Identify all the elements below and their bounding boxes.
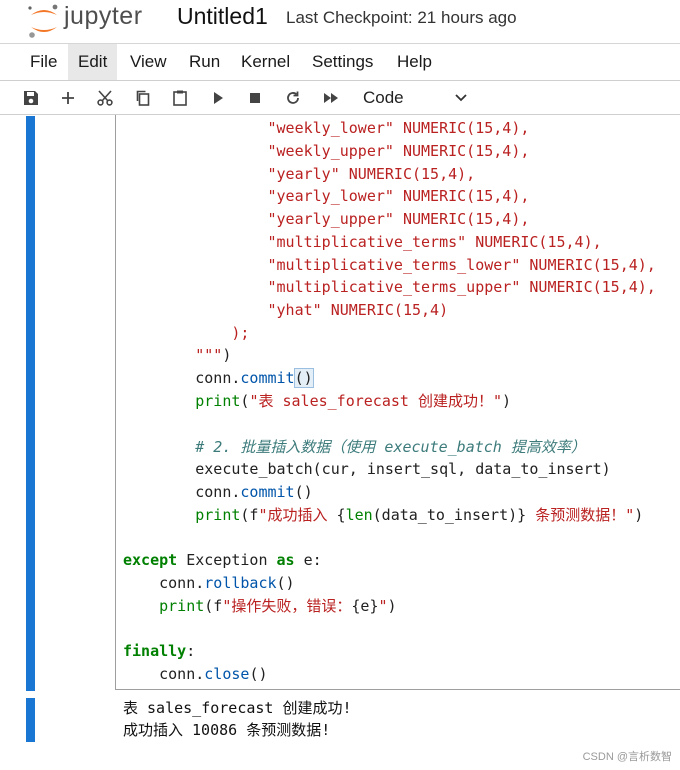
save-icon[interactable] xyxy=(20,87,42,109)
cell-type-label: Code xyxy=(363,88,404,107)
chevron-down-icon xyxy=(455,94,467,102)
notebook-title[interactable]: Untitled1 xyxy=(177,3,268,30)
code-line: except Exception as e: xyxy=(123,551,322,569)
copy-icon[interactable] xyxy=(132,87,154,109)
code-line: """) xyxy=(195,346,232,364)
menu-edit[interactable]: Edit xyxy=(68,44,118,80)
last-checkpoint: Last Checkpoint: 21 hours ago xyxy=(286,8,517,27)
code-line: "yearly" NUMERIC(15,4), xyxy=(267,165,476,183)
active-cell-indicator[interactable] xyxy=(26,116,35,691)
code-line: "weekly_upper" NUMERIC(15,4), xyxy=(267,142,530,160)
code-line: "weekly_lower" NUMERIC(15,4), xyxy=(267,119,530,137)
paste-icon[interactable] xyxy=(169,87,191,109)
code-line: conn.close() xyxy=(159,665,268,683)
cut-icon[interactable] xyxy=(94,87,116,109)
jupyter-wordmark: jupyter xyxy=(64,2,143,30)
menubar: File Edit View Run Kernel Settings Help xyxy=(0,44,680,80)
menu-run[interactable]: Run xyxy=(179,44,230,80)
code-line: "yhat" NUMERIC(15,4) xyxy=(267,301,449,319)
code-line: print("表 sales_forecast 创建成功！") xyxy=(195,392,512,410)
code-line: conn.commit() xyxy=(195,368,314,388)
code-line: "multiplicative_terms" NUMERIC(15,4), xyxy=(267,233,602,251)
menu-kernel[interactable]: Kernel xyxy=(231,44,300,80)
stop-icon[interactable] xyxy=(244,87,266,109)
code-line: conn.rollback() xyxy=(159,574,295,592)
menu-view[interactable]: View xyxy=(120,44,177,80)
menu-file[interactable]: File xyxy=(20,44,67,80)
output-collapse-indicator[interactable] xyxy=(26,698,35,742)
code-comment: # 2. 批量插入数据（使用 execute_batch 提高效率） xyxy=(195,438,586,456)
code-line: "multiplicative_terms_upper" NUMERIC(15,… xyxy=(267,278,656,296)
code-line: ); xyxy=(231,324,250,342)
code-line: "yearly_upper" NUMERIC(15,4), xyxy=(267,210,530,228)
menu-settings[interactable]: Settings xyxy=(302,44,383,80)
run-icon[interactable] xyxy=(207,87,229,109)
code-line: "yearly_lower" NUMERIC(15,4), xyxy=(267,187,530,205)
cell-type-select[interactable]: Code xyxy=(363,86,473,110)
app-header: jupyter Untitled1 Last Checkpoint: 21 ho… xyxy=(0,0,680,44)
code-line: print(f"成功插入 {len(data_to_insert)} 条预测数据… xyxy=(195,506,644,524)
add-cell-icon[interactable] xyxy=(57,87,79,109)
fast-forward-icon[interactable] xyxy=(320,87,342,109)
jupyter-logo-icon[interactable] xyxy=(26,2,62,40)
output-line: 表 sales_forecast 创建成功! xyxy=(123,699,352,717)
code-line: "multiplicative_terms_lower" NUMERIC(15,… xyxy=(267,256,656,274)
code-line: print(f"操作失败，错误：{e}") xyxy=(159,597,397,615)
code-line: finally: xyxy=(123,642,196,660)
notebook-toolbar: Code xyxy=(0,81,680,114)
watermark: CSDN @言析数智 xyxy=(582,751,672,763)
menu-help[interactable]: Help xyxy=(387,44,442,80)
output-line: 成功插入 10086 条预测数据! xyxy=(123,721,331,739)
restart-icon[interactable] xyxy=(282,87,304,109)
code-line: conn.commit() xyxy=(195,483,313,501)
code-line: execute_batch(cur, insert_sql, data_to_i… xyxy=(195,460,611,478)
